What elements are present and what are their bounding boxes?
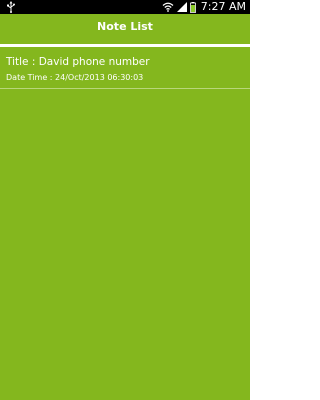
- page-title: Note List: [97, 20, 153, 33]
- usb-icon: [7, 1, 15, 13]
- status-time: 7:27 AM: [200, 0, 246, 13]
- list-divider: [0, 88, 250, 89]
- note-title: Title : David phone number: [6, 56, 150, 68]
- status-bar: 7:27 AM: [0, 0, 250, 14]
- wifi-icon: [162, 2, 174, 12]
- note-datetime: Date Time : 24/Oct/2013 06:30:03: [6, 73, 144, 82]
- list-item[interactable]: Title : David phone number Date Time : 2…: [0, 47, 250, 88]
- status-icons: 7:27 AM: [162, 0, 246, 14]
- battery-icon: [189, 1, 196, 13]
- screen: 7:27 AM Note List Title : David phone nu…: [0, 0, 250, 400]
- title-bar: Note List: [0, 14, 250, 44]
- note-list: Title : David phone number Date Time : 2…: [0, 47, 250, 89]
- signal-icon: [176, 2, 187, 12]
